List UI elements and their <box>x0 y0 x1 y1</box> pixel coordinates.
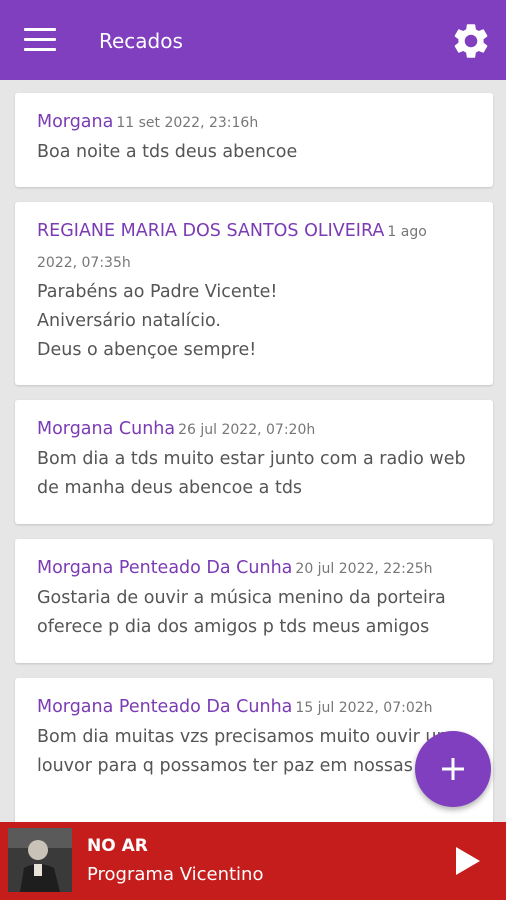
page-title: Recados <box>99 29 183 53</box>
gear-icon[interactable] <box>450 20 492 62</box>
message-text: Gostaria de ouvir a música menino da por… <box>37 588 446 637</box>
message-text: Bom dia a tds muito estar junto com a ra… <box>37 449 466 498</box>
menu-button[interactable] <box>24 28 56 54</box>
message-date: 15 jul 2022, 07:02h <box>295 700 433 716</box>
message-date: 20 jul 2022, 22:25h <box>295 561 433 577</box>
message-author: Morgana Penteado Da Cunha <box>37 558 293 578</box>
message-text: Bom dia muitas vzs precisamos muito ouvi… <box>37 727 465 776</box>
add-message-button[interactable] <box>415 731 491 807</box>
message-author: Morgana <box>37 112 114 132</box>
message-list[interactable]: Morgana 11 set 2022, 23:16h Boa noite a t… <box>0 80 506 822</box>
play-icon <box>456 847 480 875</box>
play-button[interactable] <box>454 846 482 876</box>
message-author: Morgana Cunha <box>37 419 176 439</box>
message-author: Morgana Penteado Da Cunha <box>37 697 293 717</box>
message-text: Parabéns ao Padre Vicente! Aniversário n… <box>37 282 278 360</box>
message-date: 26 jul 2022, 07:20h <box>178 422 316 438</box>
message-card: Morgana 11 set 2022, 23:16h Boa noite a t… <box>15 93 493 187</box>
player-bar[interactable] <box>0 822 506 900</box>
player-program: Programa Vicentino <box>87 864 264 885</box>
message-card: REGIANE MARIA DOS SANTOS OLIVEIRA 1 ago 2… <box>15 202 493 385</box>
message-card: Morgana Penteado Da Cunha 20 jul 2022, 22… <box>15 539 493 663</box>
player-status: NO AR <box>87 836 148 856</box>
message-author: REGIANE MARIA DOS SANTOS OLIVEIRA <box>37 221 385 241</box>
program-cover-image <box>8 828 72 892</box>
plus-icon <box>442 758 464 780</box>
message-card: Morgana Cunha 26 jul 2022, 07:20h Bom dia… <box>15 400 493 524</box>
message-date: 11 set 2022, 23:16h <box>116 115 259 131</box>
message-text: Boa noite a tds deus abencoe <box>37 142 298 162</box>
app-bar: Recados <box>0 0 506 80</box>
